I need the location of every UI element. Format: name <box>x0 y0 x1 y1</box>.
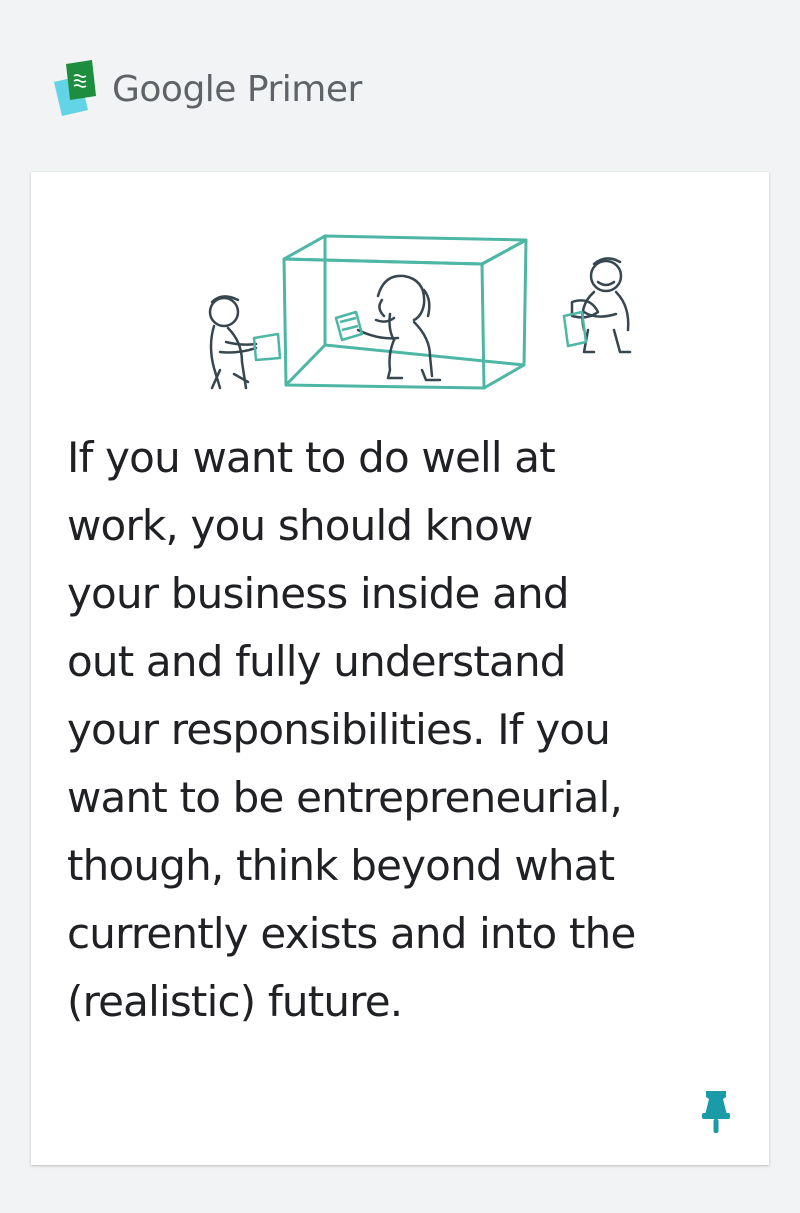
app-header: Google Primer <box>52 56 362 120</box>
brand-name: Google Primer <box>112 69 362 110</box>
lesson-card: If you want to do well at work, you shou… <box>31 172 769 1165</box>
lesson-text: If you want to do well at work, you shou… <box>67 433 636 1026</box>
box-people-illustration <box>196 230 636 405</box>
pin-icon[interactable] <box>698 1089 734 1135</box>
primer-logo-icon <box>52 56 98 120</box>
